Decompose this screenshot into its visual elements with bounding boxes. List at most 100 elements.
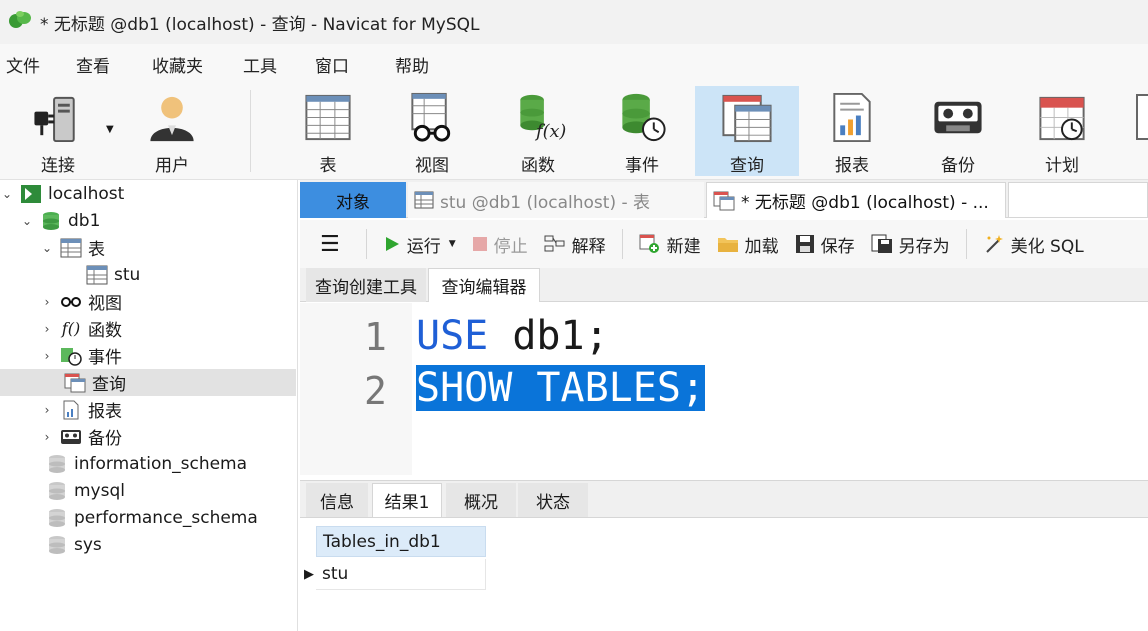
tree-item-sys[interactable]: sys: [0, 531, 296, 558]
tab-query-label: * 无标题 @db1 (localhost) - ...: [741, 193, 989, 213]
menu-window[interactable]: 窗口: [303, 52, 361, 77]
report-icon: [833, 92, 871, 143]
tree-item-performance-schema[interactable]: performance_schema: [0, 504, 296, 531]
tree-item-views[interactable]: › 视图: [0, 288, 296, 315]
tab-stu-table[interactable]: stu @db1 (localhost) - 表: [408, 182, 704, 218]
table-button[interactable]: 表: [276, 86, 380, 176]
run-button[interactable]: 运行 ▼: [383, 232, 456, 257]
beautify-sql-label: 美化 SQL: [1010, 236, 1084, 257]
event-icon: [60, 346, 82, 366]
expand-caret-icon[interactable]: ›: [40, 295, 54, 309]
event-button[interactable]: 事件: [590, 86, 694, 176]
tab-status[interactable]: 状态: [518, 483, 588, 517]
save-button[interactable]: 保存: [795, 232, 855, 257]
tab-untitled-query[interactable]: * 无标题 @db1 (localhost) - ...: [706, 182, 1006, 218]
query-button[interactable]: 查询: [695, 86, 799, 176]
menu-tools[interactable]: 工具: [231, 52, 289, 77]
stop-button[interactable]: 停止: [472, 232, 528, 257]
expand-caret-icon[interactable]: ›: [40, 403, 54, 417]
play-icon: [383, 235, 401, 253]
tab-profile[interactable]: 概况: [446, 483, 516, 517]
tree-label-information-schema: information_schema: [74, 453, 248, 474]
user-label: 用户: [155, 156, 189, 176]
connect-button[interactable]: 连接: [6, 86, 110, 176]
menu-help[interactable]: 帮助: [383, 52, 441, 77]
load-button[interactable]: 加载: [717, 232, 779, 257]
explain-button[interactable]: 解释: [544, 232, 606, 257]
expand-caret-icon[interactable]: ›: [40, 430, 54, 444]
sql-text: db1;: [488, 313, 609, 359]
tree-item-db1[interactable]: ⌄ db1: [0, 207, 296, 234]
code-line-2[interactable]: SHOW TABLES;: [416, 365, 705, 411]
expand-caret-icon[interactable]: ›: [40, 349, 54, 363]
code-line-1[interactable]: USE db1;: [416, 313, 609, 359]
report-button[interactable]: 报表: [800, 86, 904, 176]
tree-item-reports[interactable]: › 报表: [0, 396, 296, 423]
tab-info[interactable]: 信息: [306, 483, 368, 517]
function-label: 函数: [521, 156, 555, 176]
tab-objects[interactable]: 对象: [300, 182, 406, 218]
column-header[interactable]: Tables_in_db1: [316, 526, 486, 557]
view-label: 视图: [415, 156, 449, 176]
tree-item-functions[interactable]: › f() 函数: [0, 315, 296, 342]
backup-button[interactable]: 备份: [906, 86, 1010, 176]
user-button[interactable]: 用户: [120, 86, 224, 176]
line-number: 2: [364, 369, 387, 413]
table-icon: [86, 265, 108, 285]
schedule-label: 计划: [1045, 156, 1079, 176]
run-dropdown-icon[interactable]: ▼: [449, 239, 456, 249]
document-tabs: 对象 stu @db1 (localhost) - 表 * 无标题 @db1 (…: [300, 180, 1148, 218]
query-label: 查询: [730, 156, 764, 176]
explain-icon: [544, 235, 566, 253]
tab-result-1[interactable]: 结果1: [372, 483, 442, 517]
tab-empty-area: [1008, 182, 1148, 218]
view-icon: [60, 292, 82, 312]
beautify-sql-button[interactable]: 美化 SQL: [983, 232, 1084, 257]
schedule-button[interactable]: 计划: [1010, 86, 1114, 176]
view-button[interactable]: 视图: [380, 86, 484, 176]
query-toolbar: ☰ 运行 ▼ 停止 解释 新建 加载 保存 另存为 美化 SQL: [300, 220, 1148, 268]
calendar-icon: [1039, 96, 1085, 141]
menu-file[interactable]: 文件: [0, 52, 52, 77]
title-bar: * 无标题 @db1 (localhost) - 查询 - Navicat fo…: [0, 0, 1148, 44]
sql-editor[interactable]: 1 2 USE db1; SHOW TABLES;: [300, 303, 1148, 479]
line-number-gutter: [300, 303, 412, 475]
menu-favorites[interactable]: 收藏夹: [140, 52, 215, 77]
database-icon: [46, 508, 68, 528]
menu-view[interactable]: 查看: [64, 52, 122, 77]
tree-label-tables: 表: [88, 240, 105, 260]
folder-icon: [717, 235, 739, 253]
expand-caret-icon[interactable]: ›: [40, 322, 54, 336]
magic-wand-icon: [983, 234, 1005, 254]
tree-label-performance-schema: performance_schema: [74, 507, 258, 528]
table-row[interactable]: stu: [316, 559, 486, 590]
tree-item-backups[interactable]: › 备份: [0, 423, 296, 450]
tree-item-tables[interactable]: ⌄ 表: [0, 234, 296, 261]
tab-query-builder[interactable]: 查询创建工具: [306, 268, 426, 302]
expand-caret-icon[interactable]: ⌄: [20, 214, 34, 228]
expand-caret-icon[interactable]: ⌄: [0, 187, 14, 201]
database-icon: [46, 454, 68, 474]
toolbar-overflow-icon[interactable]: [1136, 94, 1148, 140]
load-label: 加载: [744, 236, 779, 257]
hamburger-menu-icon[interactable]: ☰: [320, 232, 340, 257]
run-label: 运行: [406, 236, 441, 257]
expand-caret-icon[interactable]: ⌄: [40, 241, 54, 255]
sql-keyword: USE: [416, 313, 489, 359]
tree-item-localhost[interactable]: ⌄ localhost: [0, 180, 296, 207]
new-button[interactable]: 新建: [639, 232, 701, 257]
save-as-button[interactable]: 另存为: [871, 232, 950, 257]
tree-item-events[interactable]: › 事件: [0, 342, 296, 369]
function-button[interactable]: f(x) 函数: [486, 86, 590, 176]
stop-icon: [472, 236, 488, 252]
tab-query-editor[interactable]: 查询编辑器: [428, 268, 540, 302]
table-label: 表: [319, 156, 337, 176]
tree-item-stu[interactable]: stu: [0, 261, 296, 288]
table-icon: [60, 238, 82, 258]
tree-item-information-schema[interactable]: information_schema: [0, 450, 296, 477]
navigation-tree: ⌄ localhost ⌄ db1 ⌄ 表 stu › 视图 › f() 函数: [0, 180, 298, 631]
tree-item-mysql[interactable]: mysql: [0, 477, 296, 504]
connect-dropdown-icon[interactable]: ▼: [106, 124, 114, 135]
report-label: 报表: [835, 156, 869, 176]
tree-item-queries[interactable]: 查询: [0, 369, 296, 396]
